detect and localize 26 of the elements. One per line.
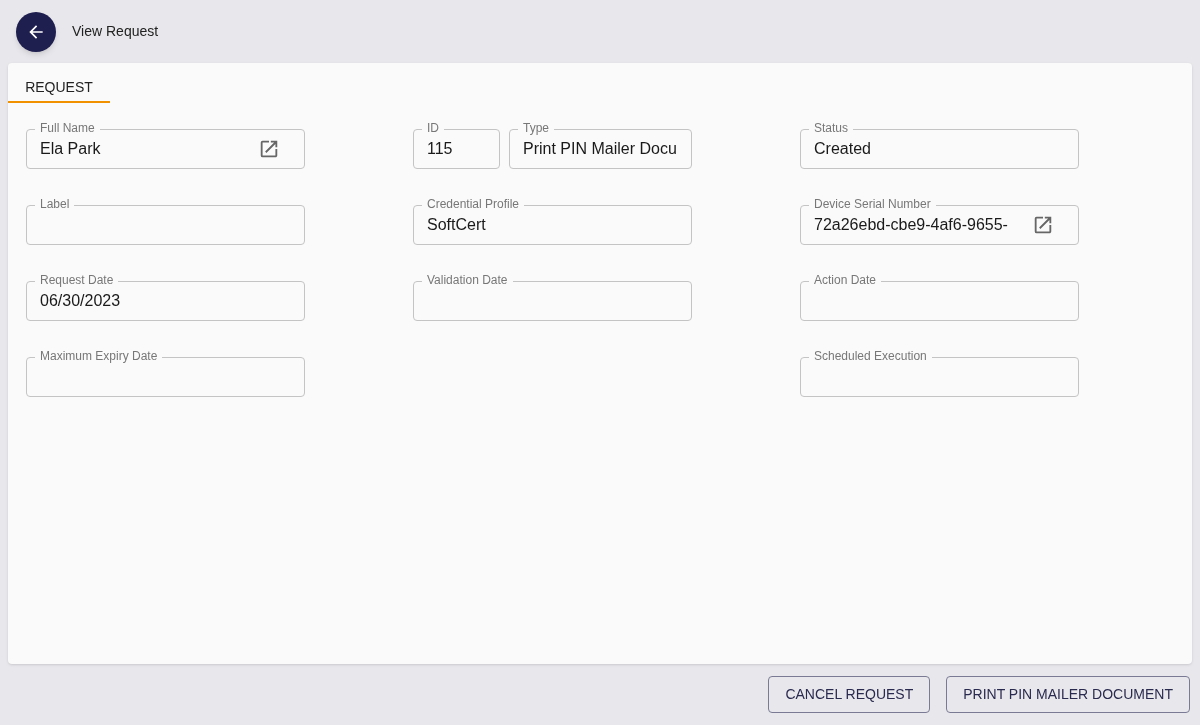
field-label: Status bbox=[809, 121, 854, 135]
external-link-icon[interactable] bbox=[1032, 214, 1054, 236]
field-label: Request Date bbox=[35, 273, 119, 287]
field-label: Type bbox=[518, 121, 554, 135]
field-value: Ela Park bbox=[40, 139, 102, 159]
field-label: Validation Date bbox=[422, 273, 513, 287]
field-value: 06/30/2023 bbox=[40, 291, 122, 311]
field-label: Credential Profile bbox=[422, 197, 525, 211]
back-button[interactable] bbox=[16, 11, 56, 52]
external-link-icon[interactable] bbox=[258, 138, 280, 160]
field-label: Scheduled Execution bbox=[809, 349, 932, 363]
field-label: Device Serial Number bbox=[809, 197, 936, 211]
field-label: Full Name bbox=[35, 121, 100, 135]
field-value: SoftCert bbox=[427, 215, 487, 235]
action-button[interactable]: CANCEL REQUEST bbox=[768, 676, 931, 713]
field-label: Label bbox=[35, 197, 75, 211]
field-label: Maximum Expiry Date bbox=[35, 349, 163, 363]
field-label: ID bbox=[422, 121, 444, 135]
page-title: View Request bbox=[72, 22, 159, 41]
tab[interactable]: REQUEST bbox=[8, 73, 110, 103]
action-button[interactable]: PRINT PIN MAILER DOCUMENT bbox=[946, 676, 1190, 713]
field-value: 115 bbox=[427, 139, 454, 159]
field-value: Print PIN Mailer Docu bbox=[523, 139, 677, 159]
field-value: Created bbox=[814, 139, 872, 159]
field-label: Action Date bbox=[809, 273, 882, 287]
field-value: 72a26ebd-cbe9-4af6-9655- bbox=[814, 215, 1009, 235]
